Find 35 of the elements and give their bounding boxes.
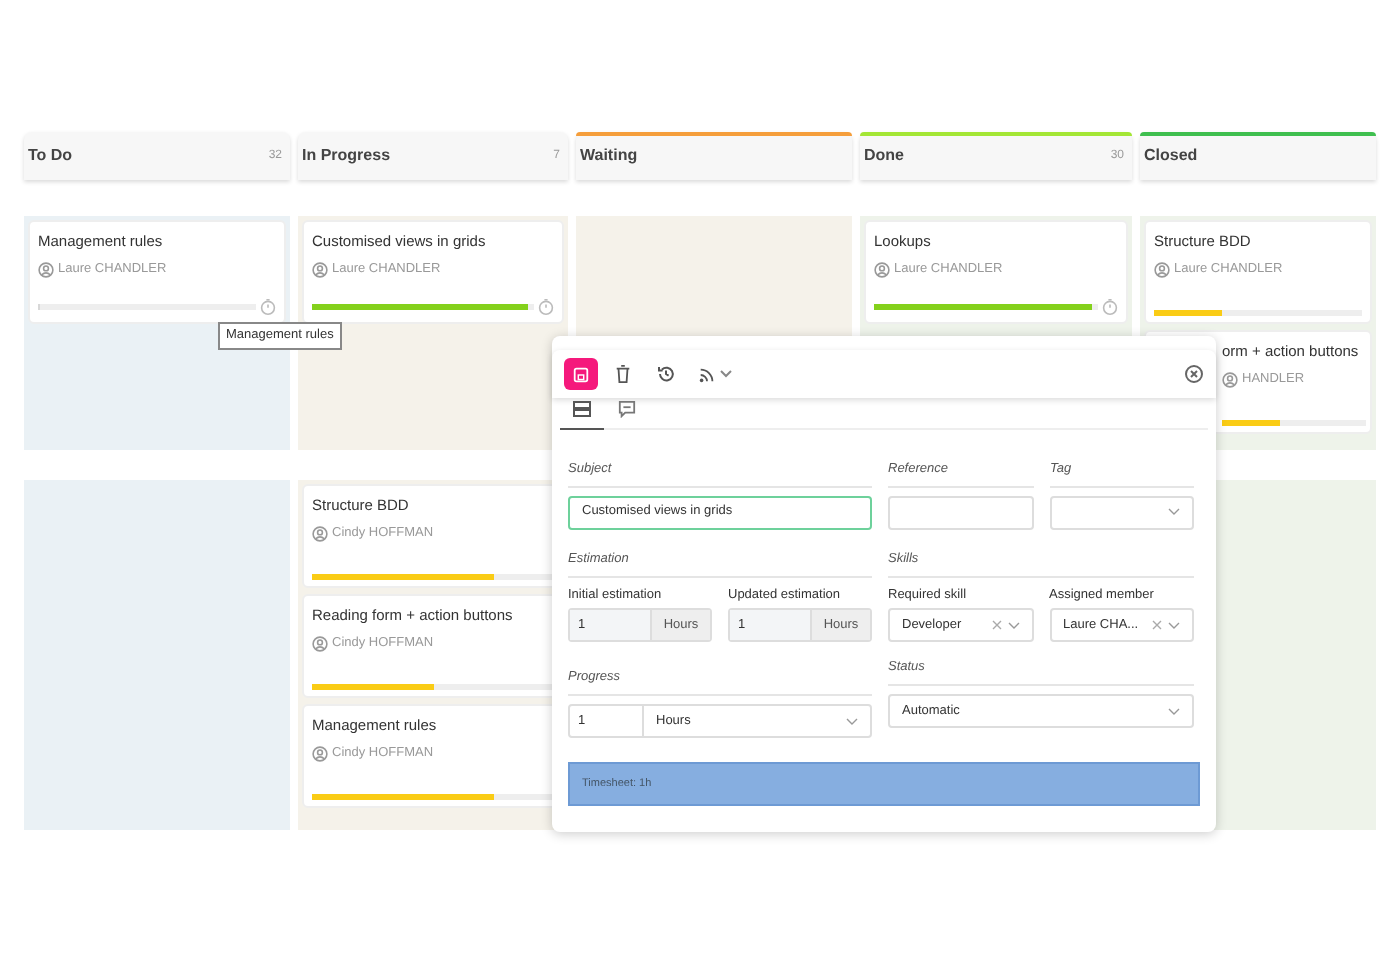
column-title: Closed	[1144, 144, 1198, 168]
feed-icon	[697, 365, 715, 383]
chevron-down-icon	[1168, 707, 1180, 715]
chevron-down-icon	[1168, 621, 1180, 630]
user-icon	[312, 636, 328, 653]
comment-icon	[617, 400, 635, 418]
timer-icon	[260, 298, 276, 316]
chevron-down-icon	[846, 717, 858, 725]
close-button[interactable]	[1184, 364, 1204, 384]
user-icon	[312, 526, 328, 543]
tab[interactable]	[560, 398, 604, 430]
column-title: Done	[864, 144, 904, 168]
timer-icon	[538, 298, 554, 316]
user-icon	[38, 262, 54, 279]
chevron-down-icon	[1168, 508, 1180, 517]
clear-icon[interactable]	[991, 620, 1001, 631]
trash-icon	[614, 364, 632, 384]
user-icon	[1222, 372, 1238, 389]
clear-icon[interactable]	[1152, 620, 1162, 631]
reference-input[interactable]	[888, 495, 1034, 530]
history-icon	[655, 364, 675, 384]
save-button[interactable]	[564, 358, 598, 390]
column-title: Waiting	[580, 144, 638, 168]
save-icon	[572, 365, 590, 383]
column-title: In Progress	[302, 144, 391, 168]
chevron-down-icon	[1007, 621, 1019, 630]
close-icon	[1184, 364, 1204, 384]
timer-icon	[1102, 298, 1118, 316]
column-title: To Do	[28, 144, 73, 168]
user-icon	[312, 746, 328, 763]
user-icon	[312, 262, 328, 279]
user-icon	[874, 262, 890, 279]
user-icon	[1154, 262, 1170, 279]
chevron-down-icon	[719, 370, 731, 378]
form-layout-icon	[572, 400, 592, 418]
